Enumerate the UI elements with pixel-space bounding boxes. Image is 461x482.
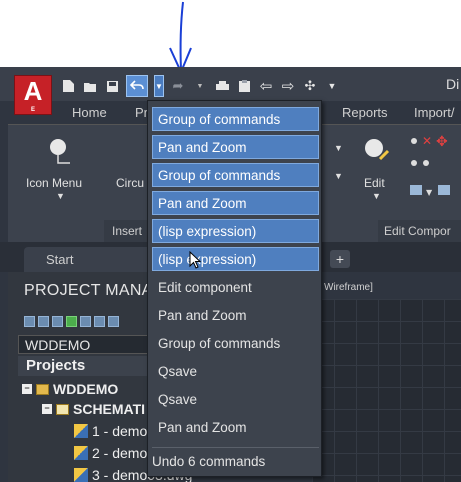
undo-icon[interactable] [126, 75, 148, 97]
drawing-icon [74, 424, 88, 438]
new-drawing-icon[interactable] [52, 316, 63, 327]
project-selector[interactable]: WDDEMO [18, 335, 168, 354]
tree-item-label: 1 - demo [92, 423, 148, 439]
tree-item-label: SCHEMATI [73, 401, 146, 417]
edit-dropdown-icon[interactable]: ▼ [372, 191, 381, 201]
insert-panel-title: Insert [104, 220, 148, 242]
tab-import-export[interactable]: Import/ [414, 105, 454, 120]
open-icon[interactable] [82, 78, 98, 94]
tree-item-label: WDDEMO [53, 381, 119, 397]
add-tab-button[interactable]: + [330, 250, 350, 268]
new-icon[interactable] [60, 78, 76, 94]
tab-reports[interactable]: Reports [342, 105, 388, 120]
ribbon-dropdown-icon[interactable]: ▼ [334, 171, 343, 181]
dropdown-divider [152, 447, 319, 448]
share-icon[interactable]: ✣ [302, 78, 318, 94]
drawing-list-icon[interactable] [94, 316, 105, 327]
edit-tools-icon: ✕ ✥ ▼ [410, 134, 450, 197]
app-logo-letter: A [23, 76, 43, 106]
drawing-icon [74, 468, 88, 482]
tree-item-drawing[interactable]: 1 - demo [74, 421, 147, 441]
drawing-canvas[interactable] [312, 299, 461, 482]
undo-item[interactable]: Qsave [152, 387, 319, 411]
viewport-visual-style-label[interactable]: D Wireframe] [314, 282, 373, 293]
arrow-right-icon[interactable]: ⇨ [280, 78, 296, 95]
mouse-cursor-icon [189, 251, 202, 269]
new-project-icon[interactable] [38, 316, 49, 327]
tree-item-folder[interactable]: − SCHEMATI [42, 399, 145, 419]
project-manager-title: PROJECT MANA [24, 282, 153, 299]
refresh-icon[interactable] [66, 316, 77, 327]
svg-text:▼: ▼ [426, 188, 433, 197]
redo-icon[interactable]: ➦ [170, 78, 186, 94]
tree-item-project[interactable]: − WDDEMO [22, 379, 118, 399]
tab-start[interactable]: Start [24, 247, 152, 272]
project-manager-toolbar [24, 316, 119, 327]
undo-item[interactable]: (lisp expression) [152, 247, 319, 271]
undo-item[interactable]: Group of commands [152, 107, 319, 131]
svg-text:✕: ✕ [422, 134, 432, 148]
icon-menu-dropdown-icon[interactable]: ▼ [56, 191, 65, 201]
collapse-icon[interactable]: − [22, 384, 32, 394]
arrow-left-icon[interactable]: ⇦ [258, 78, 274, 95]
customize-qat-icon[interactable]: ▼ [324, 78, 340, 94]
undo-count-label: Undo 6 commands [152, 454, 266, 469]
ribbon-dropdown-icon[interactable]: ▼ [334, 143, 343, 153]
svg-text:✥: ✥ [436, 134, 448, 150]
undo-item[interactable]: Group of commands [152, 331, 319, 355]
undo-item[interactable]: Pan and Zoom [152, 415, 319, 439]
tree-item-label: 2 - demo [92, 445, 148, 461]
redo-dropdown-arrow-icon[interactable]: ▼ [192, 78, 208, 94]
circuit-builder-button[interactable]: Circu [116, 176, 144, 190]
undo-history-dropdown: Group of commands Pan and Zoom Group of … [147, 100, 322, 477]
undo-item[interactable]: Pan and Zoom [152, 135, 319, 159]
save-icon[interactable] [104, 78, 120, 94]
icon-menu-icon [50, 139, 70, 164]
icon-menu-button[interactable]: Icon Menu [26, 176, 82, 190]
folder-icon [56, 403, 69, 415]
undo-item[interactable]: Pan and Zoom [152, 191, 319, 215]
app-logo-sub: E [30, 107, 35, 113]
tree-item-drawing[interactable]: 2 - demo [74, 443, 147, 463]
undo-item[interactable]: Pan and Zoom [152, 303, 319, 327]
window-title: Di [446, 76, 460, 92]
title-bar: A E ▼ ➦ ▼ ⇦ ⇨ ✣ ▼ Di [0, 67, 461, 115]
undo-item[interactable]: Group of commands [152, 163, 319, 187]
edit-components-panel-title: Edit Compor [378, 220, 461, 242]
undo-item[interactable]: (lisp expression) [152, 219, 319, 243]
clipboard-icon[interactable] [236, 78, 252, 94]
undo-item[interactable]: Qsave [152, 359, 319, 383]
project-properties-icon[interactable] [80, 316, 91, 327]
publish-icon[interactable] [108, 316, 119, 327]
open-project-icon[interactable] [24, 316, 35, 327]
application-menu-button[interactable]: A E [14, 75, 52, 115]
projects-header: Projects [18, 356, 168, 376]
edit-component-icon [365, 139, 390, 161]
tab-home[interactable]: Home [72, 105, 107, 120]
quick-access-toolbar: ▼ ➦ ▼ ⇦ ⇨ ✣ ▼ [60, 75, 340, 97]
drawing-icon [74, 446, 88, 460]
collapse-icon[interactable]: − [42, 404, 52, 414]
edit-button[interactable]: Edit [364, 176, 385, 190]
project-icon [36, 383, 49, 395]
print-icon[interactable] [214, 78, 230, 94]
undo-dropdown-arrow-icon[interactable]: ▼ [154, 75, 164, 97]
undo-item[interactable]: Edit component [152, 275, 319, 299]
